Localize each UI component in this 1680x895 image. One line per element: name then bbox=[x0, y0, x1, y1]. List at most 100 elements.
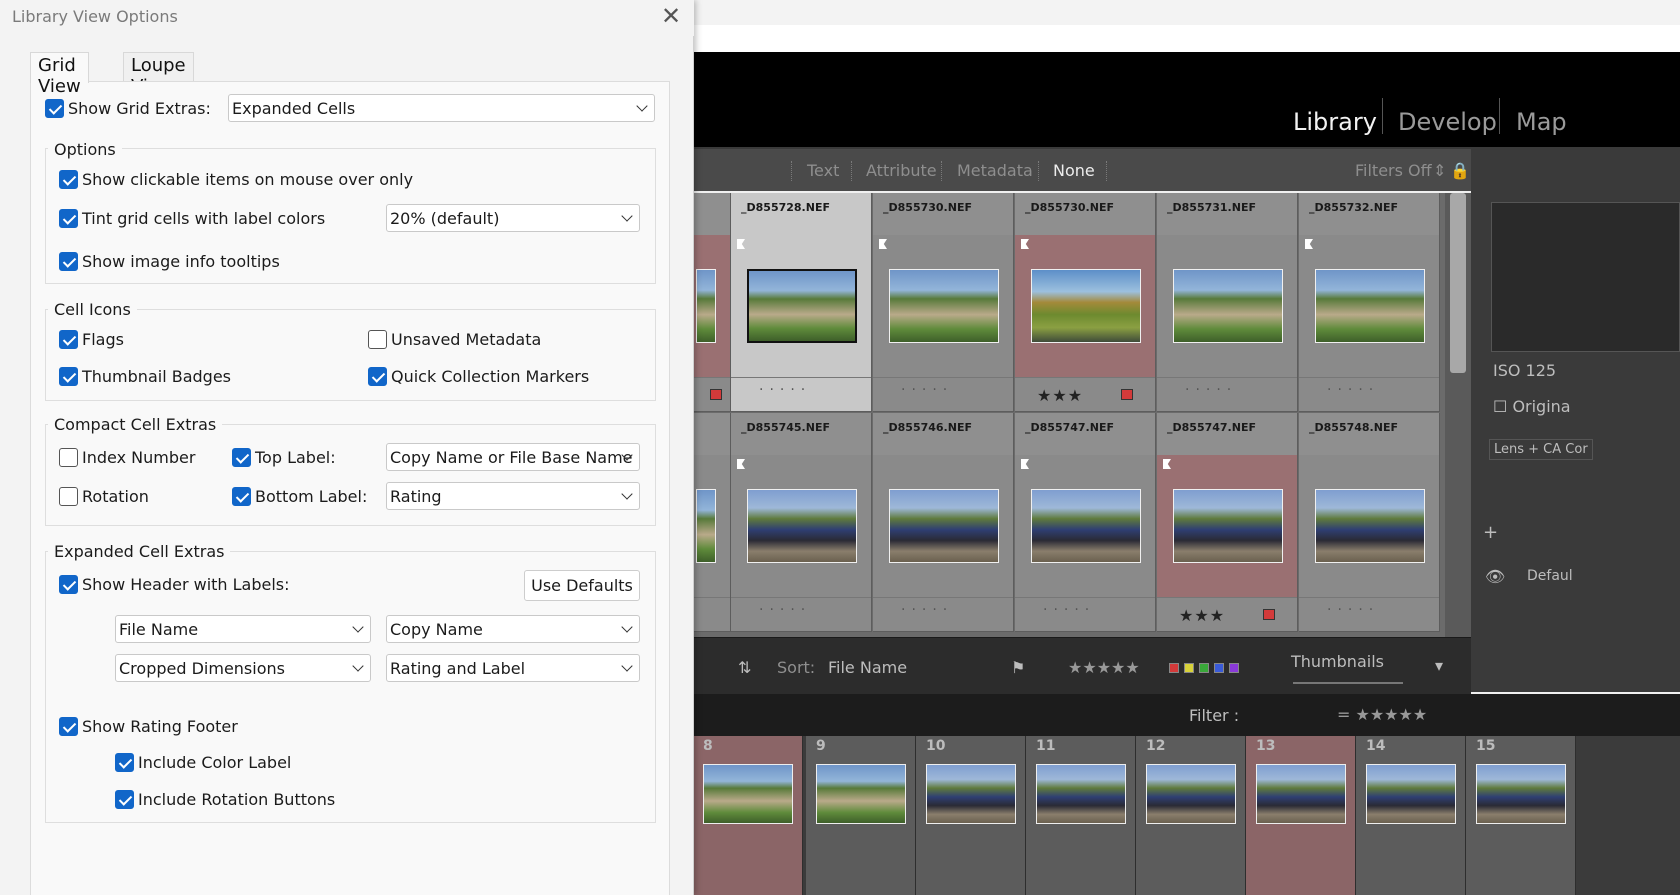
add-icon[interactable]: + bbox=[1483, 522, 1498, 543]
library-toolbar: ⇅ Sort: File Name ⚑ ★★★★★ Thumbnails ▾ bbox=[693, 637, 1471, 694]
cell-filename: _D855745.NEF bbox=[741, 421, 830, 434]
tooltips-checkbox[interactable] bbox=[59, 251, 78, 271]
grid-cell[interactable]: _D855745.NEF ····· bbox=[731, 413, 872, 632]
tooltips-row: Show image info tooltips bbox=[59, 249, 280, 273]
badges-row: Thumbnail Badges bbox=[59, 364, 231, 388]
header-label-2-select[interactable]: Copy Name bbox=[386, 615, 640, 643]
tab-grid-view[interactable]: Grid View bbox=[30, 52, 89, 97]
lens-profile-dropdown[interactable]: Lens + CA Cor bbox=[1489, 439, 1593, 460]
tint-select[interactable]: 20% (default) bbox=[386, 204, 640, 232]
grid-cell[interactable]: _D855728.NEF ····· bbox=[731, 193, 872, 412]
grid-cell[interactable]: _D855732.NEF ····· bbox=[1299, 193, 1440, 412]
rating-stars[interactable]: ★★★ bbox=[1179, 606, 1225, 625]
include-rotation-buttons-checkbox[interactable] bbox=[115, 789, 134, 809]
show-header-checkbox[interactable] bbox=[59, 574, 78, 594]
filmstrip-cell[interactable]: 14 bbox=[1356, 736, 1466, 895]
filter-attribute[interactable]: Attribute bbox=[866, 161, 937, 180]
header-label-4-select[interactable]: Rating and Label bbox=[386, 654, 640, 682]
original-photo-checkbox[interactable]: ☐ Origina bbox=[1493, 397, 1571, 416]
index-number-checkbox[interactable] bbox=[59, 447, 78, 467]
color-label-label: Include Color Label bbox=[138, 752, 292, 772]
header-row: Show Header with Labels: bbox=[59, 572, 290, 596]
quick-row: Quick Collection Markers bbox=[368, 364, 589, 388]
flags-label: Flags bbox=[82, 329, 124, 349]
sort-direction-icon[interactable]: ⇅ bbox=[738, 658, 751, 677]
sort-dropdown[interactable]: File Name bbox=[828, 658, 907, 677]
grid-cell[interactable]: _D855748.NEF ····· bbox=[1299, 413, 1440, 632]
sort-label: Sort: bbox=[777, 658, 816, 677]
cell-filename: _D855730.NEF bbox=[883, 201, 972, 214]
grid-cell[interactable]: _D855747.NEF ····· bbox=[1015, 413, 1156, 632]
flag-icon[interactable] bbox=[1305, 239, 1313, 249]
flag-icon[interactable] bbox=[1021, 239, 1029, 249]
rotation-label: Rotation bbox=[82, 486, 149, 506]
module-map[interactable]: Map bbox=[1516, 108, 1567, 136]
filmstrip-cell[interactable]: 13 bbox=[1246, 736, 1356, 895]
filmstrip-cell[interactable]: 8 bbox=[693, 736, 803, 895]
flags-checkbox[interactable] bbox=[59, 329, 78, 349]
unsaved-metadata-checkbox[interactable] bbox=[368, 329, 387, 349]
filter-metadata[interactable]: Metadata bbox=[957, 161, 1033, 180]
grid-cell[interactable]: _D855731.NEF ····· bbox=[1157, 193, 1298, 412]
top-label-select[interactable]: Copy Name or File Base Name bbox=[386, 443, 640, 471]
filmstrip-cell[interactable]: 12 bbox=[1136, 736, 1246, 895]
cell-filename: _D855746.NEF bbox=[883, 421, 972, 434]
top-label-checkbox[interactable] bbox=[232, 447, 251, 467]
filmstrip-cell[interactable]: 11 bbox=[1026, 736, 1136, 895]
rating-stars[interactable]: ★★★ bbox=[1037, 386, 1083, 405]
grid-cell[interactable]: _D855746.NEF ····· bbox=[873, 413, 1014, 632]
clickable-checkbox[interactable] bbox=[59, 169, 78, 189]
filmstrip-cell[interactable]: 10 bbox=[916, 736, 1026, 895]
thumbnail-badges-checkbox[interactable] bbox=[59, 366, 78, 386]
filter-text[interactable]: Text bbox=[807, 161, 839, 180]
rotation-checkbox[interactable] bbox=[59, 486, 78, 506]
quick-collection-checkbox[interactable] bbox=[368, 366, 387, 386]
filter-none[interactable]: None bbox=[1053, 161, 1095, 180]
preset-default[interactable]: Defaul bbox=[1527, 568, 1573, 584]
toolbar-menu-arrow-icon[interactable]: ▾ bbox=[1435, 656, 1443, 675]
grid-scrollbar[interactable] bbox=[1445, 193, 1471, 637]
color-label-row: Include Color Label bbox=[115, 750, 291, 774]
flag-filter-icon[interactable]: ⚑ bbox=[1011, 658, 1025, 677]
show-rating-footer-checkbox[interactable] bbox=[59, 716, 78, 736]
bottom-label-checkbox[interactable] bbox=[232, 486, 251, 506]
color-filter[interactable] bbox=[1169, 658, 1240, 677]
thumbnail-size-slider[interactable] bbox=[1293, 682, 1403, 684]
chevron-down-icon bbox=[621, 660, 633, 672]
grid-cell[interactable]: _D855730.NEF ····· bbox=[873, 193, 1014, 412]
include-color-label-checkbox[interactable] bbox=[115, 752, 134, 772]
color-label-red[interactable] bbox=[1263, 609, 1275, 620]
right-panel: ISO 125 ☐ Origina Lens + CA Cor + 👁 Defa… bbox=[1471, 147, 1680, 692]
tab-loupe-view[interactable]: Loupe View bbox=[123, 52, 194, 97]
eye-icon[interactable]: 👁 bbox=[1485, 567, 1505, 586]
flag-icon[interactable] bbox=[1021, 459, 1029, 469]
filmstrip-rating-filter[interactable]: = ★★★★★ bbox=[1337, 705, 1427, 724]
rotation-buttons-row: Include Rotation Buttons bbox=[115, 787, 335, 811]
filmstrip-filter-label: Filter : bbox=[1189, 706, 1240, 725]
bottom-label-select[interactable]: Rating bbox=[386, 482, 640, 510]
flag-icon[interactable] bbox=[737, 459, 745, 469]
flag-icon[interactable] bbox=[737, 239, 745, 249]
tint-checkbox[interactable] bbox=[59, 208, 78, 228]
module-library[interactable]: Library bbox=[1293, 108, 1377, 136]
grid-cell[interactable]: _D855730.NEF ★★★ bbox=[1015, 193, 1156, 412]
dialog-title: Library View Options bbox=[12, 7, 178, 26]
lock-icon[interactable]: 🔒 bbox=[1450, 161, 1470, 180]
rating-filter-stars[interactable]: ★★★★★ bbox=[1068, 658, 1140, 677]
show-grid-extras-checkbox[interactable] bbox=[45, 98, 64, 118]
use-defaults-button[interactable]: Use Defaults bbox=[524, 570, 640, 601]
color-label-red[interactable] bbox=[1121, 389, 1133, 400]
cell-filename: _D855748.NEF bbox=[1309, 421, 1398, 434]
grid-extras-select[interactable]: Expanded Cells bbox=[228, 94, 655, 122]
library-filter-bar: Text Attribute Metadata None Filters Off… bbox=[693, 147, 1578, 191]
module-develop[interactable]: Develop bbox=[1398, 108, 1497, 136]
header-label-3-select[interactable]: Cropped Dimensions bbox=[115, 654, 371, 682]
grid-cell[interactable]: _D855747.NEF ★★★ bbox=[1157, 413, 1298, 632]
flag-icon[interactable] bbox=[879, 239, 887, 249]
filters-off-dropdown[interactable]: Filters Off bbox=[1355, 161, 1432, 180]
filmstrip-cell[interactable]: 15 bbox=[1466, 736, 1576, 895]
header-label-1-select[interactable]: File Name bbox=[115, 615, 371, 643]
flag-icon[interactable] bbox=[1163, 459, 1171, 469]
filmstrip-cell[interactable]: 9 bbox=[806, 736, 916, 895]
close-icon[interactable]: ✕ bbox=[656, 2, 686, 32]
